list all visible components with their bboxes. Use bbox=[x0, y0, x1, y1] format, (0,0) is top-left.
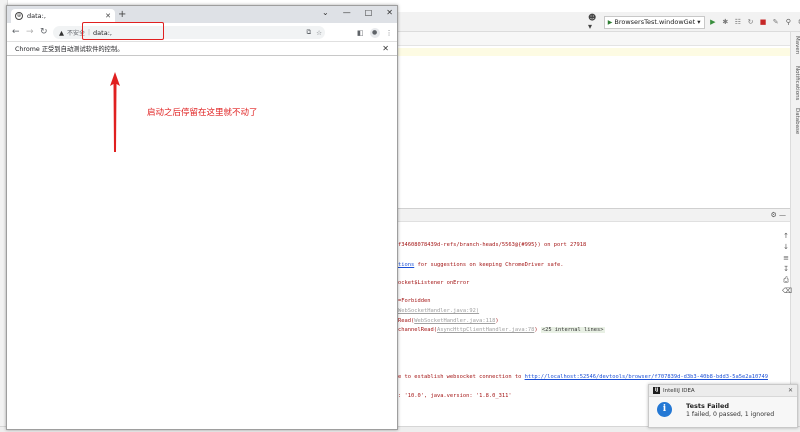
coverage-icon[interactable]: ☷ bbox=[734, 17, 743, 27]
panel-options-icons[interactable]: ⚙ — bbox=[770, 211, 786, 219]
devtools-link[interactable]: http://localhost:52546/devtools/browser/… bbox=[525, 374, 768, 380]
new-tab-plus-icon[interactable]: + bbox=[118, 10, 126, 20]
intellij-logo-icon: IJ bbox=[653, 387, 660, 394]
run-panel-header: ⚙ — bbox=[398, 208, 790, 222]
minimize-icon[interactable]: — bbox=[343, 8, 351, 18]
tab-strip: ⊕ data:, ✕ + ⌄ — □ ✕ bbox=[7, 6, 397, 23]
browser-toolbar-right: ◧ ● ⋮ bbox=[357, 26, 393, 39]
console-line: =Forbidden bbox=[398, 298, 431, 304]
chrome-window: ⊕ data:, ✕ + ⌄ — □ ✕ ← → ↻ ▲ 不安全 | data:… bbox=[6, 5, 398, 430]
console-line: ocket$Listener onError bbox=[398, 280, 470, 286]
editor-tab-strip bbox=[398, 32, 790, 46]
run-config-label: BrowsersTest.windowGet bbox=[614, 18, 696, 26]
ide-toolbar: ☻▾ ▶ BrowsersTest.windowGet ▾ ▶ ✱ ☷ ↻ ■ … bbox=[588, 13, 800, 31]
editor-highlight-line bbox=[398, 48, 790, 56]
console-line: Read(WebSocketHandler.java:118) bbox=[398, 318, 499, 324]
maximize-icon[interactable]: □ bbox=[365, 8, 373, 18]
infobar-text: Chrome 正受到自动测试软件的控制。 bbox=[15, 46, 124, 53]
omnibox-actions: ⧉ ☆ bbox=[307, 26, 322, 39]
side-tab-database[interactable]: Database bbox=[790, 108, 800, 134]
browser-tab[interactable]: ⊕ data:, ✕ bbox=[11, 9, 115, 23]
search-icon[interactable]: ⚲ bbox=[784, 17, 793, 27]
debug-icon[interactable]: ✱ bbox=[721, 17, 730, 27]
notification-summary: 1 failed, 0 passed, 1 ignored bbox=[686, 411, 775, 418]
arrow-up-icon[interactable]: ↑ bbox=[782, 232, 790, 240]
back-arrow-icon[interactable]: ← bbox=[12, 26, 20, 38]
stop-icon[interactable]: ■ bbox=[759, 17, 768, 27]
trash-icon[interactable]: ⌫ bbox=[782, 287, 792, 295]
tab-search-chevron-icon[interactable]: ⌄ bbox=[322, 8, 329, 18]
star-icon[interactable]: ☆ bbox=[316, 29, 322, 37]
share-icon[interactable]: ⧉ bbox=[307, 28, 312, 37]
print-icon[interactable]: ⎙ bbox=[782, 276, 790, 284]
run-icon[interactable]: ▶ bbox=[709, 17, 718, 27]
address-highlight-box bbox=[82, 22, 164, 40]
annotation-text: 启动之后停留在这里就不动了 bbox=[147, 108, 258, 118]
tab-title: data:, bbox=[27, 12, 46, 20]
console-line: f34608078439d-refs/branch-heads/5563@{#9… bbox=[398, 242, 587, 248]
chevron-down-icon: ▾ bbox=[697, 18, 701, 26]
run-configuration-select[interactable]: ▶ BrowsersTest.windowGet ▾ bbox=[603, 15, 705, 29]
console-toolbar: ↑ ↓ ≡ ↧ ⎙ ⌫ bbox=[782, 232, 792, 312]
console-link[interactable]: tions bbox=[398, 262, 414, 268]
info-icon: i bbox=[657, 402, 672, 417]
console-line: : '10.0', java.version: '1.8.0_311' bbox=[398, 393, 512, 399]
user-icon[interactable]: ☻▾ bbox=[588, 13, 600, 31]
address-toolbar: ← → ↻ ▲ 不安全 | data:, ⧉ ☆ ◧ ● ⋮ bbox=[7, 23, 397, 42]
warning-icon[interactable]: ▲ bbox=[59, 29, 64, 37]
side-tab-maven[interactable]: Maven bbox=[790, 36, 800, 54]
stack-link[interactable]: WebSocketHandler.java:92) bbox=[398, 308, 479, 314]
settings-gear-icon[interactable]: ⚙ bbox=[797, 17, 800, 27]
stack-link[interactable]: AsyncHttpClientHandler.java:78 bbox=[437, 327, 534, 333]
side-tab-notifications[interactable]: Notifications bbox=[790, 66, 800, 100]
rerun-icon[interactable]: ↻ bbox=[746, 17, 755, 27]
infobar-close-icon[interactable]: ✕ bbox=[382, 44, 389, 53]
notification-close-icon[interactable]: ✕ bbox=[788, 387, 793, 394]
window-controls: ⌄ — □ ✕ bbox=[322, 6, 393, 20]
globe-icon: ⊕ bbox=[15, 12, 23, 20]
notification-header: IJ IntelliJ IDEA ✕ bbox=[649, 385, 797, 397]
close-icon[interactable]: ✕ bbox=[105, 12, 111, 20]
stack-link[interactable]: WebSocketHandler.java:118 bbox=[414, 318, 495, 324]
test-config-icon: ▶ bbox=[607, 18, 613, 26]
menu-kebab-icon[interactable]: ⋮ bbox=[386, 29, 393, 37]
internal-lines-badge[interactable]: <25 internal lines> bbox=[540, 327, 605, 333]
notification-title: Tests Failed bbox=[686, 402, 730, 410]
console-line: WebSocketHandler.java:92) bbox=[398, 308, 479, 314]
notification-app-name: IntelliJ IDEA bbox=[663, 387, 695, 394]
console-line: tions for suggestions on keeping ChromeD… bbox=[398, 262, 564, 268]
automation-infobar: Chrome 正受到自动测试软件的控制。 ✕ bbox=[7, 42, 397, 56]
vcs-icon[interactable]: ✎ bbox=[771, 17, 780, 27]
console-line: channelRead(AsyncHttpClientHandler.java:… bbox=[398, 327, 605, 333]
reload-icon[interactable]: ↻ bbox=[40, 26, 48, 38]
soft-wrap-icon[interactable]: ≡ bbox=[782, 254, 790, 262]
side-panel-icon[interactable]: ◧ bbox=[357, 29, 364, 37]
console-line: e to establish websocket connection to h… bbox=[398, 374, 768, 380]
forward-arrow-icon[interactable]: → bbox=[26, 26, 34, 38]
window-close-icon[interactable]: ✕ bbox=[386, 8, 393, 18]
arrow-down-icon[interactable]: ↓ bbox=[782, 243, 790, 251]
red-arrow-up-icon bbox=[110, 72, 120, 152]
tests-failed-notification[interactable]: IJ IntelliJ IDEA ✕ i Tests Failed 1 fail… bbox=[648, 384, 798, 428]
profile-avatar-icon[interactable]: ● bbox=[369, 27, 380, 38]
scroll-end-icon[interactable]: ↧ bbox=[782, 265, 790, 273]
